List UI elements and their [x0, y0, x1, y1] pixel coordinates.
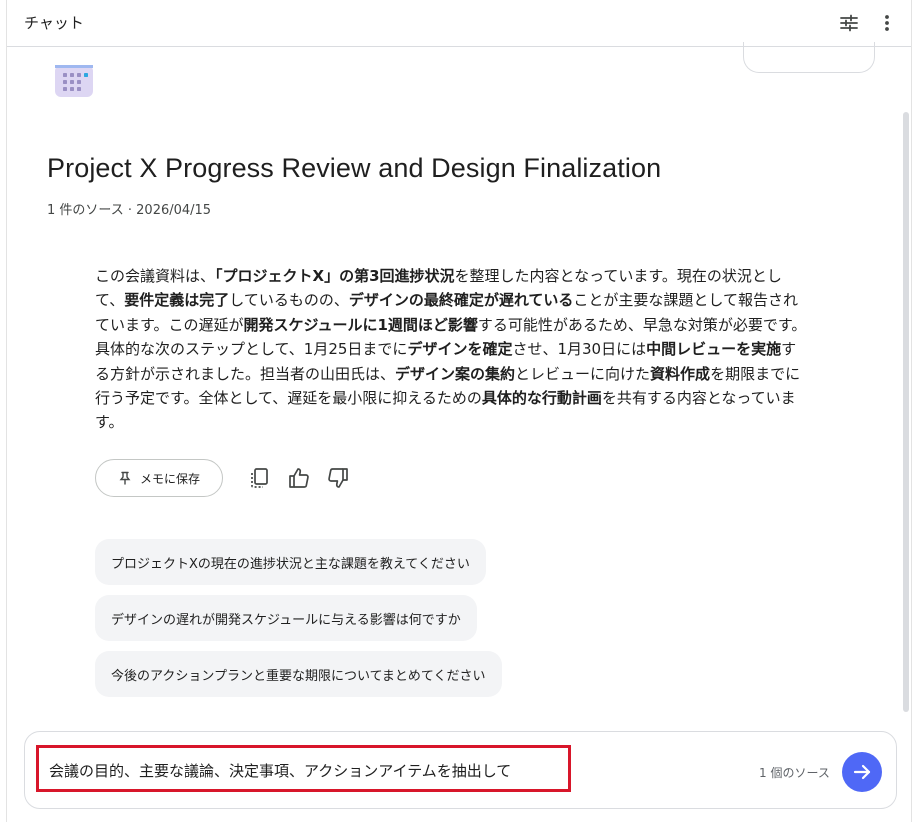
chat-input[interactable]: 会議の目的、主要な議論、決定事項、アクションアイテムを抽出して	[49, 760, 511, 781]
summary-emphasis: 「プロジェクトX」の第3回進捗状況	[215, 267, 455, 285]
save-to-note-label: メモに保存	[139, 471, 200, 486]
scrollbar-thumb[interactable]	[903, 112, 909, 712]
pin-icon	[119, 471, 131, 485]
chat-input-box[interactable]: 会議の目的、主要な議論、決定事項、アクションアイテムを抽出して 1 個のソース	[24, 731, 897, 809]
save-to-note-button[interactable]: メモに保存	[95, 459, 223, 497]
summary-emphasis: 開発スケジュールに1週間ほど影響	[243, 315, 478, 334]
thumb-up-icon[interactable]	[287, 466, 311, 490]
summary-emphasis: 要件定義は完了	[124, 291, 230, 310]
arrow-right-icon	[853, 764, 871, 780]
summary-emphasis: 資料作成	[650, 364, 711, 383]
suggestion-chip[interactable]: 今後のアクションプランと重要な期限についてまとめてください	[95, 651, 502, 697]
summary-text: この会議資料は、「プロジェクトX」の第3回進捗状況を整理した内容となっています。…	[95, 264, 810, 435]
summary-segment: この会議資料は、	[95, 267, 216, 285]
summary-emphasis: デザイン案の集約	[395, 364, 516, 383]
document-meta: 1 件のソース · 2026/04/15	[47, 203, 212, 218]
tune-icon[interactable]	[839, 13, 859, 33]
summary-segment: しているものの、	[229, 291, 349, 310]
partial-button[interactable]	[743, 42, 875, 73]
summary-emphasis: 中間レビューを実施	[646, 340, 782, 359]
document-title: Project X Progress Review and Design Fin…	[47, 153, 662, 183]
notebook-icon	[55, 65, 93, 97]
send-button[interactable]	[842, 752, 882, 792]
summary-segment: とレビューに向けた	[515, 364, 651, 383]
thumb-down-icon[interactable]	[326, 466, 350, 490]
summary-emphasis: デザインを確定	[407, 340, 513, 359]
scrollbar[interactable]	[902, 48, 910, 718]
panel-title: チャット	[24, 14, 84, 32]
suggestion-chip[interactable]: デザインの遅れが開発スケジュールに与える影響は何ですか	[95, 595, 477, 641]
suggestion-chip[interactable]: プロジェクトXの現在の進捗状況と主な課題を教えてください	[95, 539, 486, 585]
summary-emphasis: デザインの最終確定が遅れている	[348, 291, 574, 310]
chat-header: チャット	[7, 0, 911, 47]
summary-emphasis: 具体的な行動計画	[481, 389, 602, 408]
copy-icon[interactable]	[247, 466, 271, 490]
source-count: 1 個のソース	[759, 766, 830, 780]
summary-segment: させ、1月30日には	[512, 340, 647, 359]
chat-panel: チャット Project X Progress Review and Desig…	[6, 0, 912, 822]
more-vert-icon[interactable]	[880, 13, 894, 33]
